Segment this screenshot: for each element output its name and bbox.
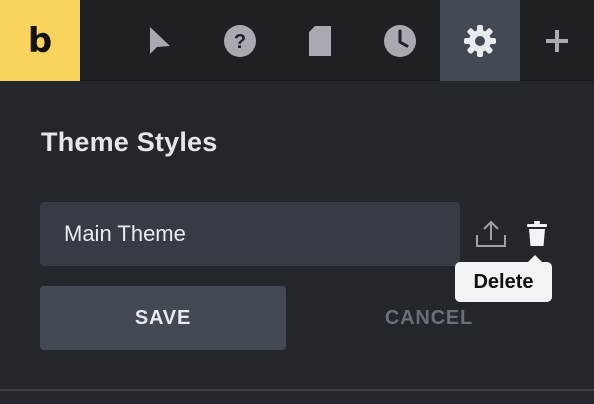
delete-button[interactable] [524, 220, 550, 248]
upload-icon [476, 220, 506, 247]
trash-icon [527, 221, 547, 246]
panel-title: Theme Styles [41, 127, 218, 157]
brand-logo[interactable]: b [0, 0, 80, 81]
plus-icon [546, 29, 568, 52]
help-button[interactable]: ? [200, 0, 280, 81]
select-tool-button[interactable] [120, 0, 200, 81]
export-button[interactable] [474, 218, 508, 250]
logo-letter: b [27, 20, 53, 61]
theme-name-field[interactable] [40, 202, 460, 266]
pointer-icon [150, 26, 170, 54]
help-icon: ? [224, 24, 256, 57]
add-button[interactable] [520, 0, 594, 81]
history-button[interactable] [360, 0, 440, 81]
cancel-button[interactable]: CANCEL [306, 286, 552, 350]
panel-footer [0, 391, 594, 404]
save-button[interactable]: SAVE [40, 286, 286, 350]
document-icon [309, 25, 331, 56]
settings-button[interactable] [440, 0, 520, 81]
clock-icon [384, 24, 416, 57]
gear-icon [464, 24, 496, 57]
top-toolbar: b ? [0, 0, 594, 81]
svg-text:?: ? [234, 31, 246, 53]
templates-button[interactable] [280, 0, 360, 81]
